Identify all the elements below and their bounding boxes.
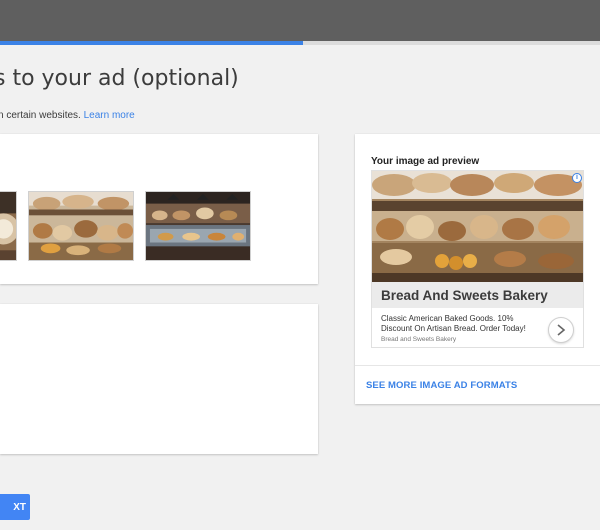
card-divider bbox=[355, 365, 600, 366]
ad-description: Classic American Baked Goods. 10% Discou… bbox=[381, 314, 526, 333]
ad-headline: Bread And Sweets Bakery bbox=[381, 288, 548, 303]
progress-bar-fill bbox=[0, 41, 303, 45]
page-subtitle: n certain websites. Learn more bbox=[0, 110, 135, 121]
ad-next-button[interactable] bbox=[548, 317, 574, 343]
image-selection-card bbox=[0, 134, 318, 284]
ad-choices-info-icon[interactable]: i bbox=[572, 173, 582, 183]
bakery-photo-icon bbox=[146, 192, 250, 260]
image-thumbnail-2[interactable] bbox=[28, 191, 134, 261]
learn-more-link[interactable]: Learn more bbox=[84, 110, 135, 121]
preview-heading: Your image ad preview bbox=[371, 156, 480, 167]
ad-headline-bar: Bread And Sweets Bakery bbox=[372, 282, 583, 308]
top-app-bar bbox=[0, 0, 600, 42]
chevron-right-icon bbox=[557, 324, 566, 336]
ad-display-url: Bread and Sweets Bakery bbox=[381, 336, 457, 343]
progress-bar bbox=[0, 41, 600, 45]
image-thumbnail-3[interactable] bbox=[145, 191, 251, 261]
ad-image: i bbox=[372, 171, 583, 282]
bakery-photo-icon bbox=[29, 192, 133, 260]
subtitle-text: n certain websites. bbox=[0, 110, 81, 121]
image-thumbnail-1[interactable] bbox=[0, 191, 17, 261]
image-ad-preview: i Bread And Sweets Bakery Classic Americ… bbox=[371, 170, 584, 348]
see-more-formats-link[interactable]: SEE MORE IMAGE AD FORMATS bbox=[366, 380, 517, 391]
ad-text-card bbox=[0, 304, 318, 454]
next-button[interactable]: XT bbox=[0, 494, 30, 520]
bakery-photo-icon bbox=[0, 192, 16, 260]
bakery-photo-icon bbox=[372, 171, 583, 282]
page-title: s to your ad (optional) bbox=[0, 66, 239, 91]
image-ad-preview-card: Your image ad preview i Bread And Sweets… bbox=[355, 134, 600, 404]
